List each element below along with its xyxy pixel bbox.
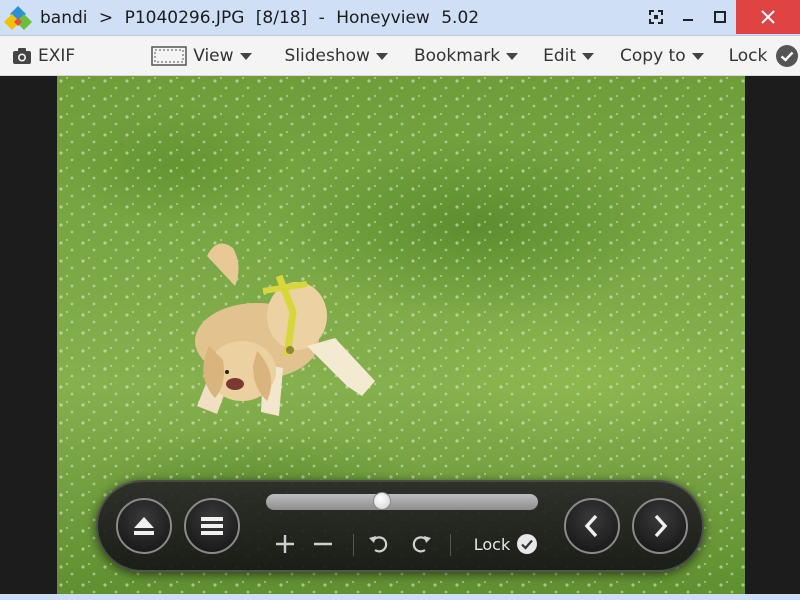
chevron-down-icon — [506, 53, 519, 60]
open-file-button[interactable] — [116, 498, 172, 554]
check-circle-icon — [517, 534, 538, 554]
hamburger-menu-icon — [201, 517, 223, 535]
chevron-down-icon — [691, 53, 704, 60]
copy-to-menu[interactable]: Copy to — [620, 36, 704, 75]
zoom-in-button[interactable] — [270, 528, 300, 560]
lock-toggle[interactable]: Lock — [729, 36, 800, 75]
panel-lock-toggle[interactable]: Lock — [470, 528, 542, 560]
chevron-down-icon — [239, 53, 252, 60]
title-separator: > — [98, 7, 114, 28]
window-bottom-border — [0, 594, 800, 600]
fullscreen-button[interactable] — [640, 0, 672, 34]
panel-lock-label: Lock — [473, 534, 511, 554]
image-position-slider[interactable] — [266, 492, 538, 510]
copy-to-label: Copy to — [620, 45, 686, 66]
view-label: View — [193, 45, 234, 66]
rotate-left-icon — [369, 536, 388, 553]
fullscreen-icon — [649, 10, 663, 24]
close-icon — [761, 10, 775, 24]
eject-icon — [134, 517, 154, 535]
menu-button[interactable] — [184, 498, 240, 554]
slider-thumb[interactable] — [372, 492, 391, 510]
maximize-icon — [714, 11, 726, 23]
rotate-left-button[interactable] — [364, 528, 394, 560]
title-index: [8/18] — [255, 7, 308, 28]
maximize-button[interactable] — [704, 0, 736, 34]
camera-icon — [13, 47, 31, 64]
toolbar-divider — [353, 534, 354, 556]
honeyview-logo-icon — [4, 5, 32, 30]
plus-icon — [276, 535, 294, 553]
lock-label: Lock — [728, 45, 768, 66]
chevron-down-icon — [582, 53, 595, 60]
view-mode-icon — [151, 45, 187, 66]
bookmark-label: Bookmark — [413, 45, 501, 66]
bookmark-menu[interactable]: Bookmark — [413, 36, 519, 75]
slideshow-menu[interactable]: Slideshow — [285, 36, 388, 75]
minus-icon — [314, 542, 332, 546]
chevron-left-icon — [584, 514, 598, 538]
next-image-button[interactable] — [632, 498, 688, 554]
exif-label: EXIF — [38, 45, 76, 66]
check-circle-icon — [776, 44, 799, 67]
minimize-icon — [683, 19, 693, 21]
minimize-button[interactable] — [672, 0, 704, 34]
title-bar: bandi > P1040296.JPG [8/18] - Honeyview … — [0, 0, 800, 36]
edit-label: Edit — [543, 45, 577, 66]
window-title: bandi > P1040296.JPG [8/18] - Honeyview … — [40, 8, 485, 28]
image-viewer[interactable]: Lock — [0, 76, 800, 594]
previous-image-button[interactable] — [564, 498, 620, 554]
close-button[interactable] — [736, 0, 800, 34]
rotate-right-icon — [412, 536, 431, 553]
menu-bar: EXIF View Slideshow Bookmark Edit Copy t… — [0, 36, 800, 76]
chevron-right-icon — [654, 514, 668, 538]
title-app-name: Honeyview — [336, 7, 430, 28]
floating-control-panel: Lock — [96, 480, 704, 572]
title-version: 5.02 — [441, 7, 480, 28]
title-filename: P1040296.JPG — [124, 7, 245, 28]
rotate-right-button[interactable] — [406, 528, 436, 560]
title-folder: bandi — [40, 7, 88, 28]
toolbar-divider — [450, 534, 451, 556]
chevron-down-icon — [375, 53, 388, 60]
slideshow-label: Slideshow — [284, 45, 370, 66]
view-menu[interactable]: View — [151, 36, 252, 75]
window-controls — [640, 0, 800, 34]
exif-button[interactable]: EXIF — [12, 36, 75, 75]
edit-menu[interactable]: Edit — [543, 36, 595, 75]
zoom-out-button[interactable] — [308, 528, 338, 560]
title-dash: - — [318, 7, 325, 28]
